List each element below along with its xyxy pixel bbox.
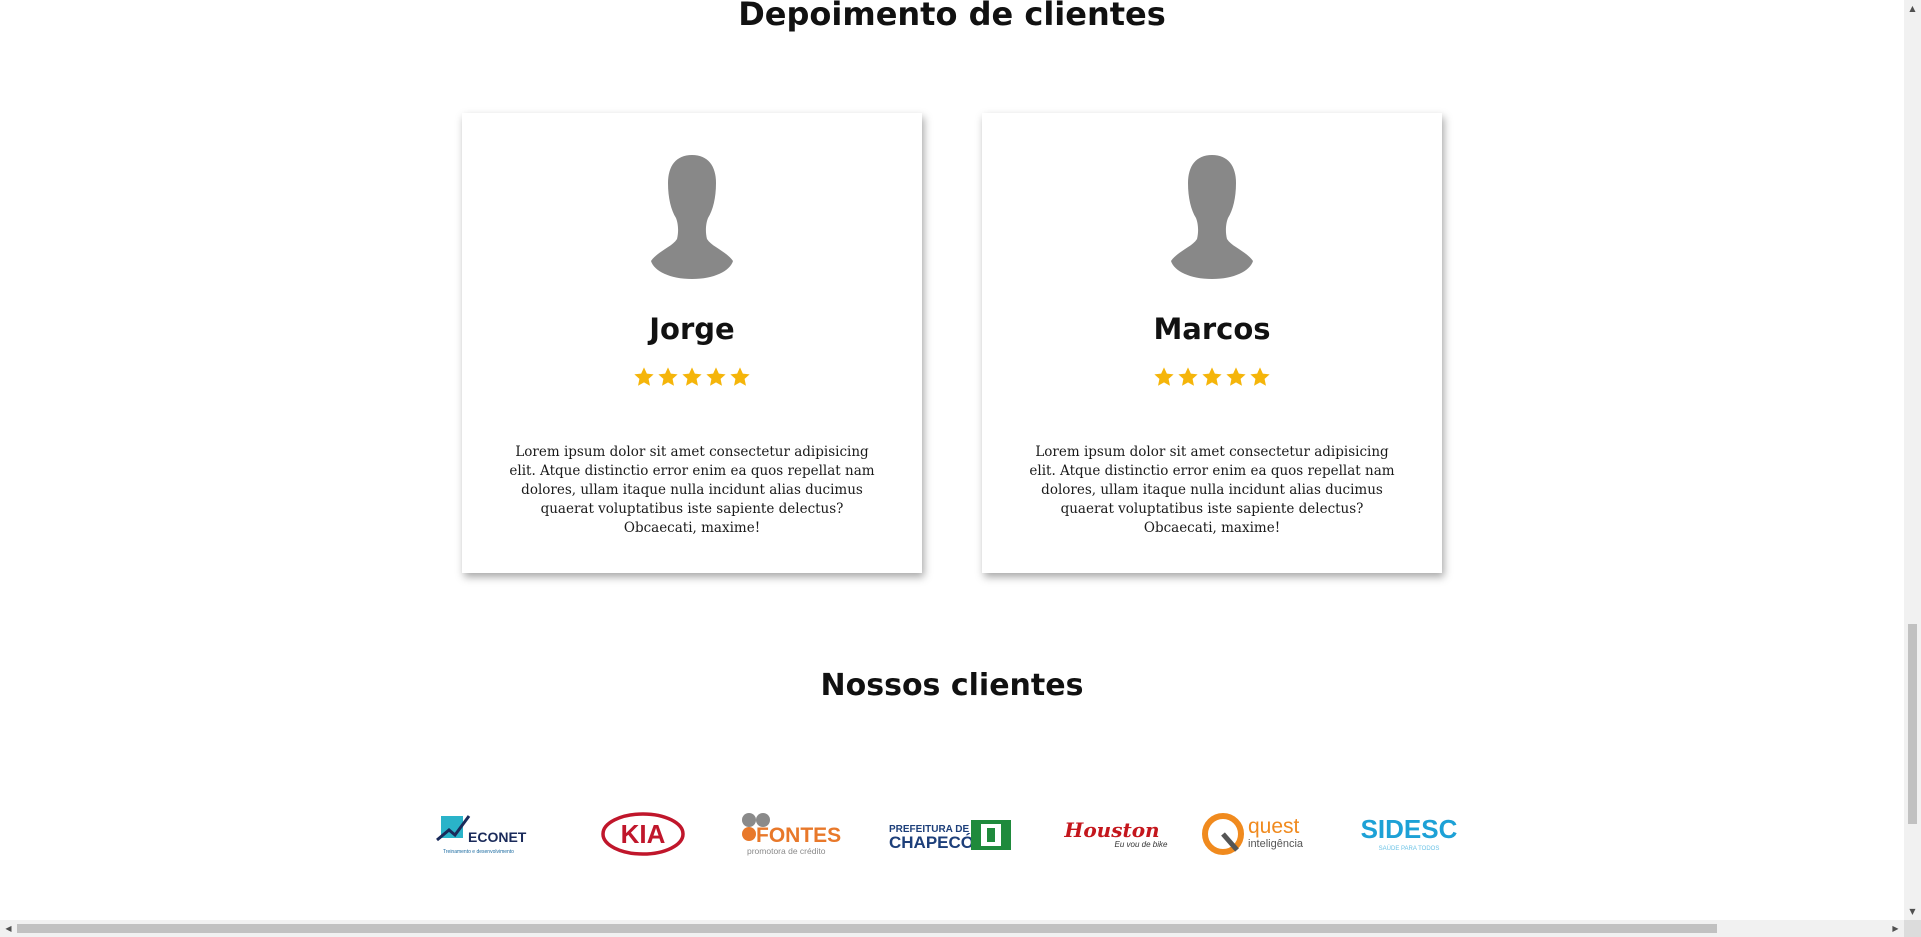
client-logo-fontes: FONTES promotora de crédito bbox=[742, 813, 841, 856]
testimonial-text: Lorem ipsum dolor sit amet consectetur a… bbox=[1029, 444, 1395, 536]
avatar-placeholder-icon bbox=[1171, 155, 1253, 279]
horizontal-scrollbar[interactable]: ◀ ▶ bbox=[0, 920, 1904, 937]
sidesc-name: SIDESC bbox=[1361, 814, 1458, 844]
star-icon bbox=[1226, 367, 1246, 386]
page: Depoimento de clientes Jorge Lorem ipsum… bbox=[0, 0, 1921, 937]
testimonials-title: Depoimento de clientes bbox=[738, 0, 1166, 33]
scroll-right-arrow-icon[interactable]: ▶ bbox=[1887, 920, 1904, 937]
client-logo-kia: KIA bbox=[601, 812, 685, 856]
scrollbar-corner bbox=[1904, 920, 1921, 937]
client-logo-econet: ECONET Treinamento e desenvolvimento bbox=[436, 815, 527, 855]
testimonial-card-marcos: Marcos Lorem ipsum dolor sit amet consec… bbox=[982, 113, 1442, 573]
vertical-scrollbar[interactable]: ▲ ▼ bbox=[1904, 0, 1921, 920]
star-icon bbox=[1202, 367, 1222, 386]
econet-tagline: Treinamento e desenvolvimento bbox=[443, 849, 514, 855]
star-icon bbox=[1250, 367, 1270, 386]
client-logos: ECONET Treinamento e desenvolvimento KIA… bbox=[435, 810, 1475, 860]
client-logo-chapeco: PREFEITURA DE CHAPECÓ bbox=[889, 820, 1011, 852]
testimonial-card-jorge: Jorge Lorem ipsum dolor sit amet consect… bbox=[462, 113, 922, 573]
houston-name: Houston bbox=[1063, 818, 1159, 842]
star-icon bbox=[1154, 367, 1174, 386]
quest-tagline: inteligência bbox=[1248, 838, 1304, 850]
fontes-tagline: promotora de crédito bbox=[747, 846, 826, 856]
econet-name: ECONET bbox=[468, 829, 527, 845]
client-logo-houston: Houston Eu vou de bike bbox=[1063, 818, 1168, 849]
sidesc-tagline: SAÚDE PARA TODOS bbox=[1379, 845, 1440, 852]
kia-name: KIA bbox=[621, 819, 666, 849]
avatar-placeholder-icon bbox=[651, 155, 733, 279]
quest-name: quest bbox=[1248, 815, 1300, 838]
client-logo-sidesc: SIDESC SAÚDE PARA TODOS bbox=[1361, 814, 1458, 852]
page-content: Depoimento de clientes Jorge Lorem ipsum… bbox=[0, 0, 1904, 920]
clients-title: Nossos clientes bbox=[820, 668, 1084, 703]
horizontal-scroll-thumb[interactable] bbox=[17, 924, 1717, 933]
star-rating bbox=[462, 366, 922, 388]
testimonial-name: Marcos bbox=[1153, 312, 1271, 346]
star-icon bbox=[1178, 367, 1198, 386]
star-icon bbox=[682, 367, 702, 386]
star-icon bbox=[634, 367, 654, 386]
star-rating bbox=[982, 366, 1442, 388]
testimonial-name: Jorge bbox=[649, 312, 735, 346]
scroll-down-arrow-icon[interactable]: ▼ bbox=[1904, 903, 1921, 920]
vertical-scroll-thumb[interactable] bbox=[1908, 624, 1917, 824]
star-icon bbox=[658, 367, 678, 386]
houston-tagline: Eu vou de bike bbox=[1115, 840, 1168, 849]
testimonial-text: Lorem ipsum dolor sit amet consectetur a… bbox=[509, 444, 875, 536]
client-logo-quest: quest inteligência bbox=[1202, 813, 1304, 855]
fontes-name: FONTES bbox=[756, 824, 841, 847]
star-icon bbox=[706, 367, 726, 386]
scroll-left-arrow-icon[interactable]: ◀ bbox=[0, 920, 17, 937]
chapeco-line2: CHAPECÓ bbox=[889, 833, 974, 852]
star-icon bbox=[730, 367, 750, 386]
scroll-up-arrow-icon[interactable]: ▲ bbox=[1904, 0, 1921, 17]
